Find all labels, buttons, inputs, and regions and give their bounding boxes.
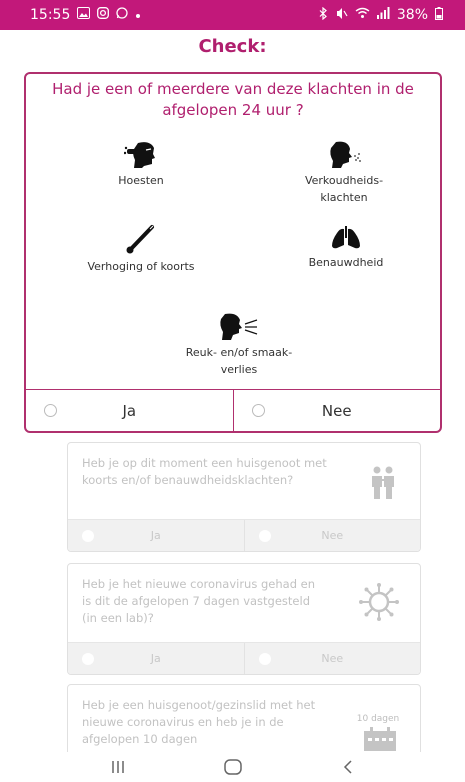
answer-no-option[interactable]: Nee [232,390,441,431]
yes-label: Ja [150,529,161,542]
status-left: 15:55 [30,7,141,23]
page-title: Check: [198,36,267,57]
back-button[interactable] [328,754,368,780]
corona-yes-option[interactable]: Ja [68,643,244,674]
recents-icon [111,761,124,773]
household-yes-option[interactable]: Ja [68,520,244,551]
ten-days-label: 10 dagen [356,714,400,724]
symptom-cold: Verkoudheids-klachten [284,140,404,206]
household-yes-radio[interactable] [82,529,94,542]
corona-answers: Ja Nee [68,642,420,674]
no-radio[interactable] [251,404,265,417]
home-button[interactable] [213,754,253,780]
symptom-label: Reuk- en/of smaak-verlies [185,346,293,376]
symptom-smell-loss: Reuk- en/of smaak-verlies [174,312,304,378]
smell-loss-icon [220,313,258,340]
whatsapp-icon [116,7,129,23]
battery-text: 38% [396,7,428,23]
yes-radio[interactable] [44,404,57,417]
symptoms-question-text: Had je een of meerdere van deze klachten… [52,80,414,119]
corona-yes-radio[interactable] [82,652,94,665]
mute-icon [335,7,348,24]
thermometer-icon [126,225,154,254]
symptom-cough: Hoesten [86,140,196,189]
instagram-icon [97,7,110,23]
wifi-icon [355,7,370,23]
image-icon [77,7,91,23]
sneeze-icon [330,141,361,168]
calendar-icon [362,727,398,755]
household-question-card: Heb je op dit moment een huisgenoot met … [67,442,421,552]
symptom-label: Verhoging of koorts [87,260,195,273]
symptom-breathing: Benauwdheid [291,226,401,271]
status-time: 15:55 [30,7,71,23]
corona-question-text: Heb je het nieuwe coronavirus gehad en i… [82,577,316,625]
bluetooth-icon [318,6,328,24]
signal-icon [376,7,390,23]
corona-diagnosed-question-card: Heb je het nieuwe coronavirus gehad en i… [67,563,421,675]
household-question-text: Heb je op dit moment een huisgenoot met … [82,456,327,487]
system-nav-bar [0,752,465,782]
household-no-option[interactable]: Nee [243,520,421,551]
no-label: Nee [321,652,344,665]
answer-yes-option[interactable]: Ja [26,390,233,431]
household-no-radio[interactable] [258,529,271,542]
symptom-label: Hoesten [118,174,164,187]
symptom-fever: Verhoging of koorts [76,224,206,275]
back-icon [343,760,352,774]
home-icon [223,759,242,775]
yes-label: Ja [150,652,161,665]
household-corona-question-text: Heb je een huisgenoot/gezinslid met het … [82,698,316,746]
lungs-icon [332,226,360,249]
cough-icon [124,142,155,168]
corona-no-radio[interactable] [258,652,271,665]
no-label: Nee [321,529,344,542]
status-bar: 15:55 38% [0,0,465,30]
symptoms-question-card: Had je een of meerdere van deze klachten… [24,72,442,433]
status-right: 38% [318,6,443,24]
household-icon [368,465,398,505]
virus-icon [358,582,400,626]
symptom-label: Verkoudheids-klachten [304,174,384,204]
household-answers: Ja Nee [68,519,420,551]
battery-icon [435,6,443,24]
symptom-label: Benauwdheid [308,256,384,269]
corona-no-option[interactable]: Nee [243,643,421,674]
dot-icon [135,8,141,23]
symptoms-answers: Ja Nee [26,389,440,431]
recents-button[interactable] [98,754,138,780]
